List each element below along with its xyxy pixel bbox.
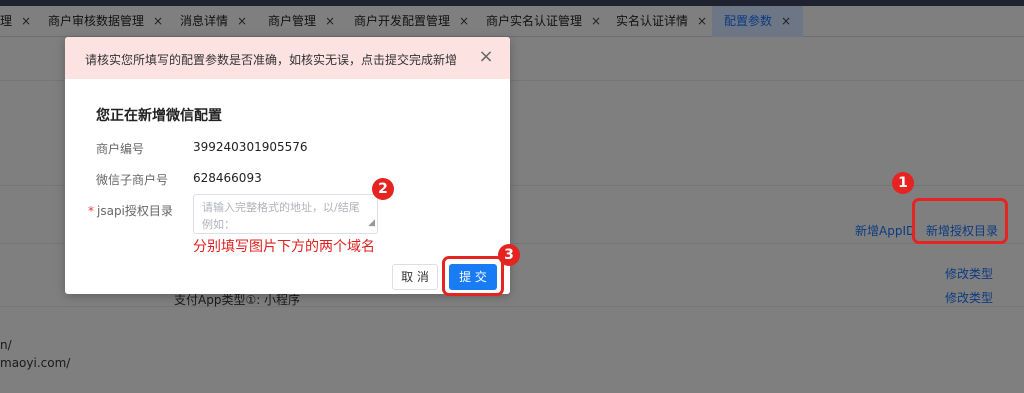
modify-type-link[interactable]: 修改类型	[945, 289, 993, 306]
input-placeholder: 请输入完整格式的地址，以/结尾 例如：https://www.weixin.co…	[202, 201, 360, 231]
jsapi-directory-input[interactable]: 请输入完整格式的地址，以/结尾 例如：https://www.weixin.co…	[193, 194, 378, 234]
divider	[0, 306, 1024, 307]
jsapi-directory-label: * jsapi授权目录	[88, 202, 173, 219]
add-wechat-config-modal: 请核实您所填写的配置参数是否准确，如核实无误，点击提交完成新增 × 您正在新增微…	[65, 37, 510, 294]
tab-message-detail[interactable]: 消息详情 ×	[180, 6, 247, 37]
tab-merchant-management[interactable]: 商户管理 ×	[268, 6, 335, 37]
tab-realname-auth-management[interactable]: 商户实名认证管理 ×	[486, 6, 601, 37]
step-badge: 1	[892, 172, 914, 194]
step-badge: 3	[498, 244, 520, 266]
close-icon[interactable]: ×	[697, 14, 707, 28]
warning-text: 请核实您所填写的配置参数是否准确，如核实无误，点击提交完成新增	[85, 53, 458, 67]
jsapi-label-text: jsapi授权目录	[97, 204, 173, 218]
tab-merchant-review-data[interactable]: 商户审核数据管理 ×	[48, 6, 163, 37]
close-icon[interactable]: ×	[325, 14, 335, 28]
close-icon[interactable]: ×	[459, 14, 469, 28]
resize-handle-icon[interactable]: ◢	[368, 215, 375, 232]
warning-banner: 请核实您所填写的配置参数是否准确，如核实无误，点击提交完成新增 ×	[65, 37, 510, 79]
step-badge: 2	[372, 178, 394, 200]
domain-text: n/	[0, 338, 12, 352]
tab-label: 商户管理	[268, 14, 317, 28]
tab-config-params[interactable]: 配置参数 ×	[712, 6, 804, 37]
domain-text: maoyi.com/	[0, 356, 71, 370]
tab-label: 实名认证详情	[616, 14, 689, 28]
tab-label: 商户实名认证管理	[486, 14, 583, 28]
tab-label: 配置参数	[724, 14, 773, 28]
sub-merchant-no-label: 微信子商户号	[96, 173, 169, 187]
annotation-hint: 分别填写图片下方的两个域名	[193, 239, 375, 255]
close-icon[interactable]: ×	[478, 47, 494, 67]
add-appid-link[interactable]: 新增AppID	[855, 222, 915, 239]
tab-label: 商户审核数据管理	[48, 14, 145, 28]
close-icon[interactable]: ×	[591, 14, 601, 28]
merchant-no-value: 399240301905576	[193, 140, 308, 154]
tab-bar: 理 × 商户审核数据管理 × 消息详情 × 商户管理 × 商户开发配置管理 × 商户实名认…	[0, 6, 1024, 37]
tab-label: 商户开发配置管理	[354, 14, 451, 28]
tab-label: 消息详情	[180, 14, 229, 28]
modal-title: 您正在新增微信配置	[96, 108, 222, 124]
close-icon[interactable]: ×	[237, 14, 247, 28]
tab-label: 理	[0, 14, 13, 28]
merchant-no-label: 商户编号	[96, 142, 145, 156]
required-mark: *	[88, 204, 94, 218]
close-icon[interactable]: ×	[781, 14, 791, 28]
tab-realname-auth-detail[interactable]: 实名认证详情 ×	[616, 6, 707, 37]
close-icon[interactable]: ×	[21, 14, 31, 28]
tab-partial[interactable]: 理 ×	[0, 6, 31, 37]
highlight-box	[912, 198, 1008, 244]
close-icon[interactable]: ×	[153, 14, 163, 28]
sub-merchant-no-value: 628466093	[193, 171, 262, 185]
tab-dev-config-management[interactable]: 商户开发配置管理 ×	[354, 6, 469, 37]
modify-type-link[interactable]: 修改类型	[945, 265, 993, 282]
highlight-box	[442, 256, 504, 296]
cancel-button[interactable]: 取 消	[392, 264, 438, 290]
